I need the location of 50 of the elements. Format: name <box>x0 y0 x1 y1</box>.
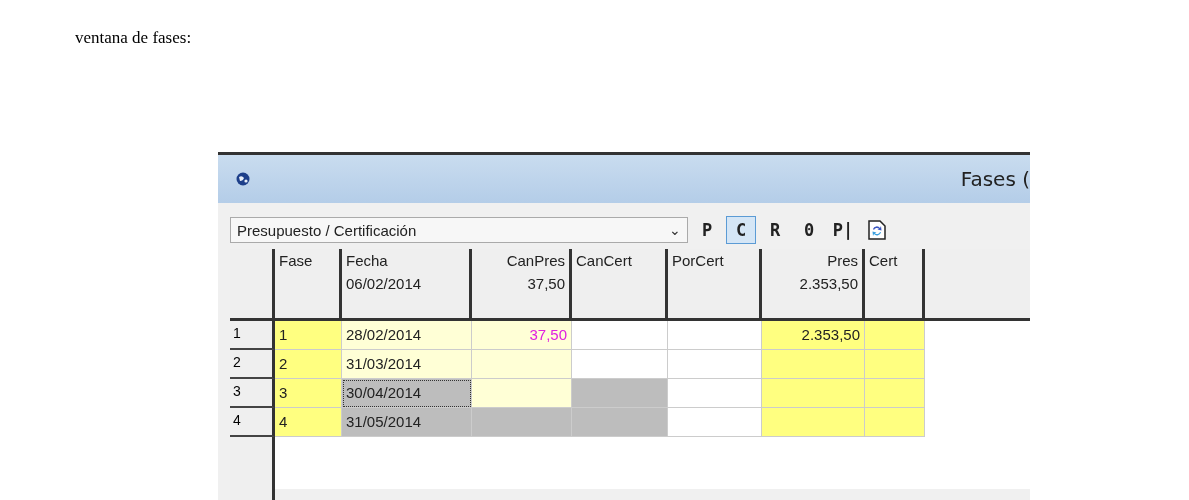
table-cell[interactable] <box>762 408 865 437</box>
table-cell[interactable]: 37,50 <box>472 321 572 350</box>
table-cell[interactable] <box>472 350 572 379</box>
column-header[interactable]: Pres <box>827 252 858 269</box>
table-cell[interactable] <box>668 350 762 379</box>
table-cell[interactable] <box>865 379 925 408</box>
table-cell[interactable] <box>572 350 668 379</box>
column-header[interactable]: Cert <box>869 252 918 269</box>
table-cell[interactable]: 3 <box>275 379 342 408</box>
table-cell[interactable] <box>572 379 668 408</box>
table-cell[interactable] <box>668 408 762 437</box>
intro-text: ventana de fases: <box>75 28 193 49</box>
view-dropdown[interactable]: Presupuesto / Certificación ⌄ <box>230 217 688 243</box>
table-cell[interactable]: 31/03/2014 <box>342 350 472 379</box>
row-header[interactable]: 1 <box>230 321 275 350</box>
table-cell[interactable]: 2.353,50 <box>762 321 865 350</box>
table-cell[interactable] <box>762 350 865 379</box>
row-header[interactable]: 4 <box>230 408 275 437</box>
table-cell[interactable] <box>572 321 668 350</box>
table-cell[interactable] <box>865 350 925 379</box>
toolbar-button[interactable]: 0 <box>794 216 824 244</box>
table-cell[interactable] <box>472 408 572 437</box>
toolbar-button[interactable]: P| <box>828 216 858 244</box>
table-cell[interactable] <box>668 321 762 350</box>
table-cell[interactable]: 28/02/2014 <box>342 321 472 350</box>
table-cell[interactable]: 30/04/2014 <box>342 379 472 408</box>
refresh-document-icon <box>868 220 886 240</box>
column-total: 37,50 <box>527 275 565 292</box>
window-title: Fases ( <box>960 167 1030 191</box>
column-total: 06/02/2014 <box>346 275 423 292</box>
row-header[interactable]: 3 <box>230 379 275 408</box>
table-cell[interactable] <box>865 321 925 350</box>
globe-icon <box>236 172 250 186</box>
column-header[interactable]: Fecha <box>346 252 465 269</box>
column-header[interactable]: Fase <box>279 252 335 269</box>
table-cell[interactable] <box>865 408 925 437</box>
toolbar-button[interactable]: R <box>760 216 790 244</box>
table-cell[interactable] <box>668 379 762 408</box>
table-cell[interactable]: 4 <box>275 408 342 437</box>
table-cell[interactable] <box>762 379 865 408</box>
table-cell[interactable]: 2 <box>275 350 342 379</box>
toolbar-button[interactable]: C <box>726 216 756 244</box>
table-cell[interactable]: 1 <box>275 321 342 350</box>
table-cell[interactable]: 31/05/2014 <box>342 408 472 437</box>
toolbar-button[interactable]: P <box>692 216 722 244</box>
column-total: 2.353,50 <box>799 275 858 292</box>
column-header[interactable]: CanPres <box>506 252 565 269</box>
table-cell[interactable] <box>472 379 572 408</box>
row-header[interactable]: 2 <box>230 350 275 379</box>
table-cell[interactable] <box>572 408 668 437</box>
